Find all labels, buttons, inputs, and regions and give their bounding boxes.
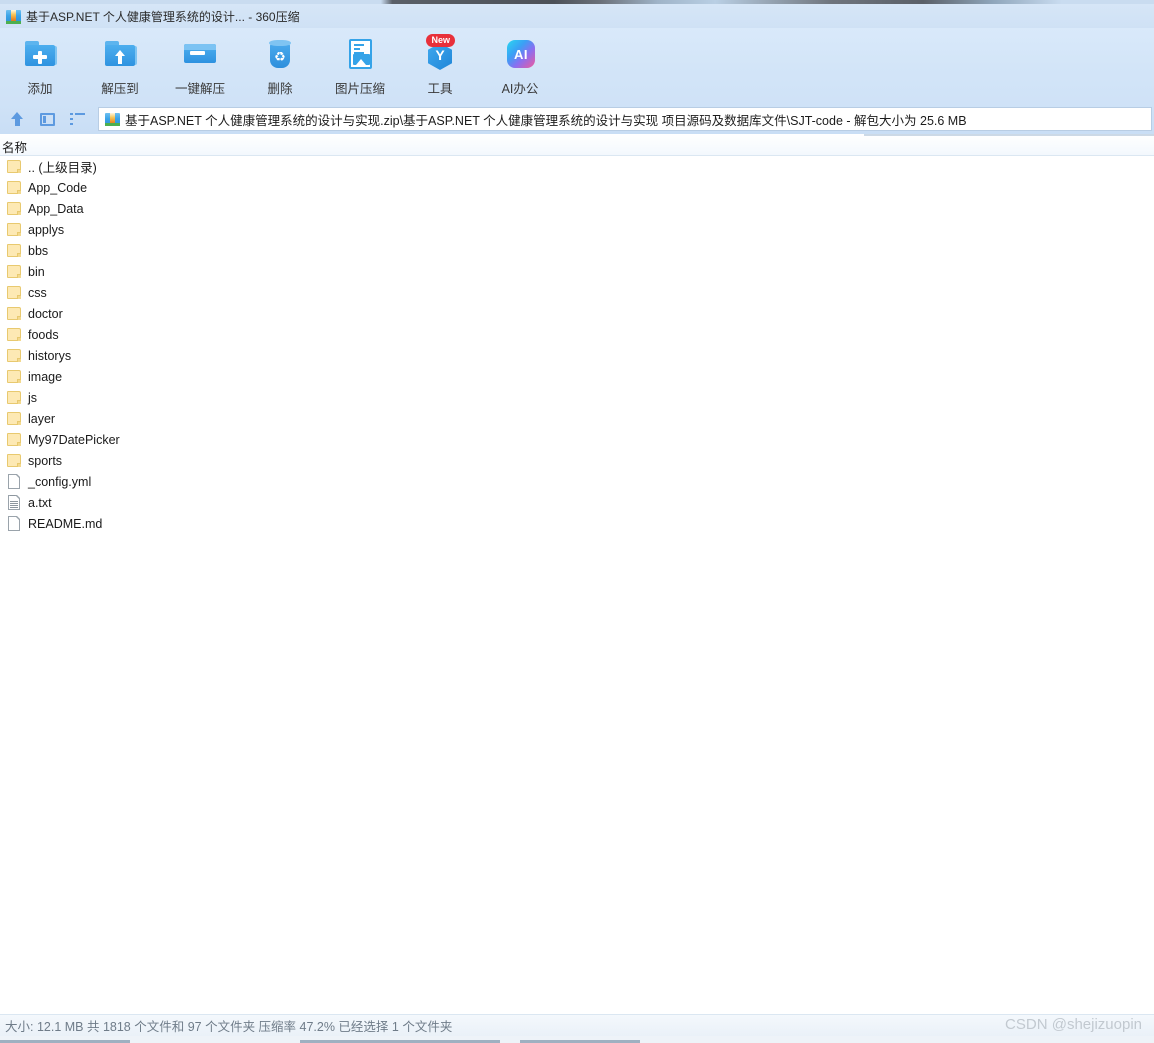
main-toolbar: 添加 解压到 一键解压 ♻ 删除 图片压缩 Y New 工具 AI AI办公	[0, 28, 1154, 104]
list-item-label: bbs	[28, 243, 49, 258]
list-item[interactable]: bin	[0, 261, 1154, 282]
title-bar: 基于ASP.NET 个人健康管理系统的设计... - 360压缩	[0, 4, 1154, 28]
list-item-label: doctor	[28, 306, 63, 321]
list-item[interactable]: historys	[0, 345, 1154, 366]
column-resize-grip[interactable]	[864, 134, 1154, 136]
toolbar-label-ai-office: AI办公	[501, 82, 539, 96]
toolbar-label-image-compress: 图片压缩	[334, 82, 385, 96]
list-item-label: bin	[28, 264, 45, 279]
list-item[interactable]: applys	[0, 219, 1154, 240]
column-header-row: 名称	[0, 134, 1154, 156]
folder-icon	[6, 348, 22, 363]
list-item[interactable]: css	[0, 282, 1154, 303]
path-input[interactable]: 基于ASP.NET 个人健康管理系统的设计与实现.zip\基于ASP.NET 个…	[98, 107, 1152, 131]
list-item-label: .. (上级目录)	[28, 161, 97, 175]
list-item-label: image	[28, 369, 63, 384]
toolbar-button-tools[interactable]: Y New 工具	[400, 30, 480, 102]
file-list[interactable]: .. (上级目录) App_Code App_Dataapplys bbs bin css…	[0, 156, 1154, 1014]
taskbar-fragment	[0, 1036, 1154, 1043]
status-bar: 大小: 12.1 MB 共 1818 个文件和 97 个文件夹 压缩率 47.2…	[0, 1014, 1154, 1036]
folder-icon	[6, 222, 22, 237]
list-item-label: README.md	[28, 516, 103, 531]
folder-icon	[6, 369, 22, 384]
image-compress-icon	[342, 36, 378, 72]
toolbar-label-oneclick-extract: 一键解压	[174, 82, 225, 96]
list-item[interactable]: a.txt	[0, 492, 1154, 513]
zip-archive-icon-small	[105, 112, 120, 126]
folder-icon	[6, 411, 22, 426]
toolbar-label-extract-to: 解压到	[101, 82, 139, 96]
list-item-label: _config.yml	[28, 474, 92, 489]
column-header-name[interactable]: 名称	[2, 137, 27, 156]
folder-icon	[6, 453, 22, 468]
toolbar-button-extract-to[interactable]: 解压到	[80, 30, 160, 102]
folder-icon	[6, 159, 22, 174]
file-icon	[6, 473, 22, 489]
panel-view-icon[interactable]	[34, 107, 60, 131]
list-item[interactable]: js	[0, 387, 1154, 408]
list-item-label: historys	[28, 348, 72, 363]
folder-icon	[6, 264, 22, 279]
toolbar-label-delete: 删除	[267, 82, 293, 96]
folder-icon	[6, 201, 22, 216]
list-item[interactable]: .. (上级目录)	[0, 156, 1154, 177]
status-text: 大小: 12.1 MB 共 1818 个文件和 97 个文件夹 压缩率 47.2…	[5, 1020, 453, 1034]
ai-office-icon: AI	[502, 36, 538, 72]
toolbar-button-add[interactable]: 添加	[0, 30, 80, 102]
toolbar-button-image-compress[interactable]: 图片压缩	[320, 30, 400, 102]
folder-icon	[6, 390, 22, 405]
folder-icon	[6, 243, 22, 258]
list-item-label: App_Code	[28, 180, 88, 195]
toolbar-label-tools: 工具	[427, 82, 453, 96]
folder-icon	[6, 180, 22, 195]
folder-add-icon	[22, 36, 58, 72]
list-item[interactable]: layer	[0, 408, 1154, 429]
list-item-label: applys	[28, 222, 65, 237]
list-item-label: sports	[28, 453, 63, 468]
list-item-label: App_Data	[28, 201, 84, 216]
list-item-label: css	[28, 285, 47, 300]
folder-icon	[6, 285, 22, 300]
watermark-text: CSDN @shejizuopin	[1005, 1016, 1142, 1033]
list-item-label: a.txt	[28, 495, 52, 510]
list-item[interactable]: image	[0, 366, 1154, 387]
zip-archive-icon	[6, 9, 21, 24]
list-item[interactable]: My97DatePicker	[0, 429, 1154, 450]
list-item[interactable]: App_Data	[0, 198, 1154, 219]
archive-manager-window: 基于ASP.NET 个人健康管理系统的设计... - 360压缩 添加 解压到	[0, 0, 1154, 1043]
list-item-label: foods	[28, 327, 59, 342]
file-icon	[6, 515, 22, 531]
address-bar: 基于ASP.NET 个人健康管理系统的设计与实现.zip\基于ASP.NET 个…	[0, 104, 1154, 134]
new-badge: New	[426, 34, 455, 47]
up-one-level-icon[interactable]	[4, 107, 30, 131]
list-item-label: js	[28, 390, 38, 405]
list-item[interactable]: App_Code	[0, 177, 1154, 198]
folder-oneclick-extract-icon	[182, 36, 218, 72]
list-item[interactable]: _config.yml	[0, 471, 1154, 492]
folder-icon	[6, 327, 22, 342]
list-item[interactable]: README.md	[0, 513, 1154, 534]
list-item[interactable]: sports	[0, 450, 1154, 471]
path-text: 基于ASP.NET 个人健康管理系统的设计与实现.zip\基于ASP.NET 个…	[125, 113, 967, 128]
list-item-label: layer	[28, 411, 56, 426]
toolbar-button-ai-office[interactable]: AI AI办公	[480, 30, 560, 102]
list-item-label: My97DatePicker	[28, 432, 120, 447]
folder-icon	[6, 306, 22, 321]
list-view-icon[interactable]	[64, 107, 90, 131]
list-item[interactable]: doctor	[0, 303, 1154, 324]
list-item[interactable]: bbs	[0, 240, 1154, 261]
toolbar-button-delete[interactable]: ♻ 删除	[240, 30, 320, 102]
folder-icon	[6, 432, 22, 447]
window-title: 基于ASP.NET 个人健康管理系统的设计... - 360压缩	[26, 9, 300, 24]
trash-recycle-icon: ♻	[262, 36, 298, 72]
toolbar-label-add: 添加	[27, 82, 53, 96]
folder-extract-icon	[102, 36, 138, 72]
list-item[interactable]: foods	[0, 324, 1154, 345]
text-file-icon	[6, 494, 22, 510]
tools-hexagon-icon: Y New	[422, 34, 458, 72]
toolbar-button-oneclick-extract[interactable]: 一键解压	[160, 30, 240, 102]
